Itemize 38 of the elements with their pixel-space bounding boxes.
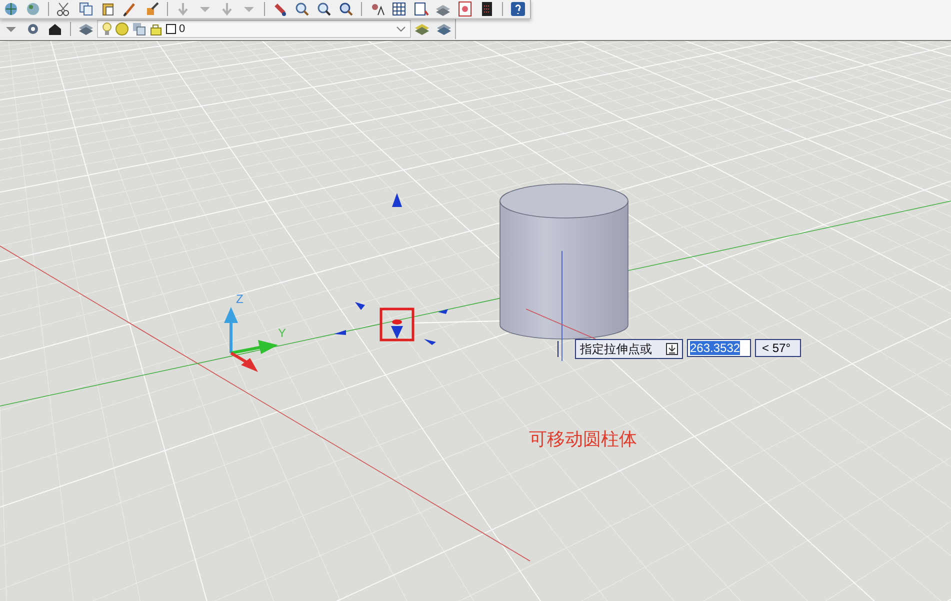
grip-icon[interactable] [391,320,403,339]
caret-icon [200,6,210,12]
caption-text: 可移动圆柱体 [529,428,637,451]
brush-icon [122,1,138,17]
globe-icon [25,1,41,17]
zoom-icon [294,1,310,17]
grip-icon[interactable] [424,339,436,345]
caret-icon [244,6,254,12]
caret-icon [396,26,406,32]
sun-icon [115,22,129,36]
help-icon [510,1,526,17]
brush-icon [144,1,160,17]
distance-input-field[interactable]: 263.3532 [687,339,751,357]
grip-icon[interactable] [334,330,346,335]
prompt-text: 指定拉伸点或 [580,340,652,358]
pdf-icon [457,1,473,17]
text-style-icon [369,1,385,17]
color-swatch-icon [166,24,176,34]
scissors-icon [56,1,72,17]
layer-dropdown[interactable]: 0 [97,20,411,38]
grip-icon[interactable] [355,302,365,310]
bulb-icon [102,22,112,36]
lock-icon [149,22,163,36]
help-button[interactable] [508,0,528,18]
caret-icon [6,26,16,32]
layer-name: 0 [179,23,186,35]
paste-icon [100,1,116,17]
grip-icon[interactable] [438,309,448,314]
zoom-icon [338,1,354,17]
globe-icon [3,1,19,17]
ucs-axes-drawing: Z Y [224,292,286,372]
calculator-icon [479,1,495,17]
grip-icon[interactable] [392,193,402,207]
angle-input-field[interactable]: < 57° [755,339,801,357]
gear-icon [25,21,41,37]
dropdown-arrow-icon[interactable] [666,343,678,355]
house-icon [47,21,63,37]
zoom-icon [316,1,332,17]
